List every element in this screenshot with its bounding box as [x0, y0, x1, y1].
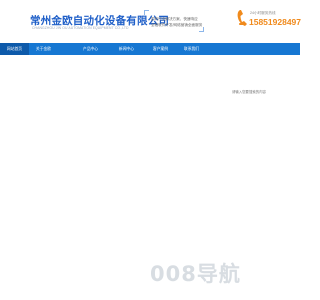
nav-item-news[interactable]: 新闻中心 [112, 43, 141, 55]
corner-decoration [144, 10, 149, 15]
service-line: 全程软件开发/网络营销全面服务 [151, 23, 203, 27]
main-nav: 网站首页 关于金欧 产品中心 新闻中心 客户案例 联系我们 [0, 43, 300, 96]
nav-item-products[interactable]: 产品中心 [76, 43, 105, 55]
phone-icon [237, 10, 247, 26]
service-line: 国内行业解决方案，快速响应 [151, 17, 198, 21]
phone-label: 24小时服务热线 [250, 11, 276, 15]
nav-item-cases[interactable]: 客户案例 [146, 43, 175, 55]
footer-brand: 008导航 [150, 262, 241, 286]
phone-number[interactable]: 15851928497 [249, 17, 301, 27]
nav-item-home[interactable]: 网站首页 [0, 43, 29, 55]
service-slogan: 国内行业解决方案，快速响应 全程软件开发/网络营销全面服务 [144, 10, 204, 32]
nav-item-about[interactable]: 关于金欧 [29, 43, 58, 55]
company-name-en: CHANGZHOU JIN OU AUTOMATION EQUIPMENT CO… [32, 26, 129, 30]
search-input[interactable] [229, 88, 293, 96]
site-header: 常州金欧自动化设备有限公司 CHANGZHOU JIN OU AUTOMATIO… [0, 0, 301, 40]
nav-item-contact[interactable]: 联系我们 [177, 43, 206, 55]
